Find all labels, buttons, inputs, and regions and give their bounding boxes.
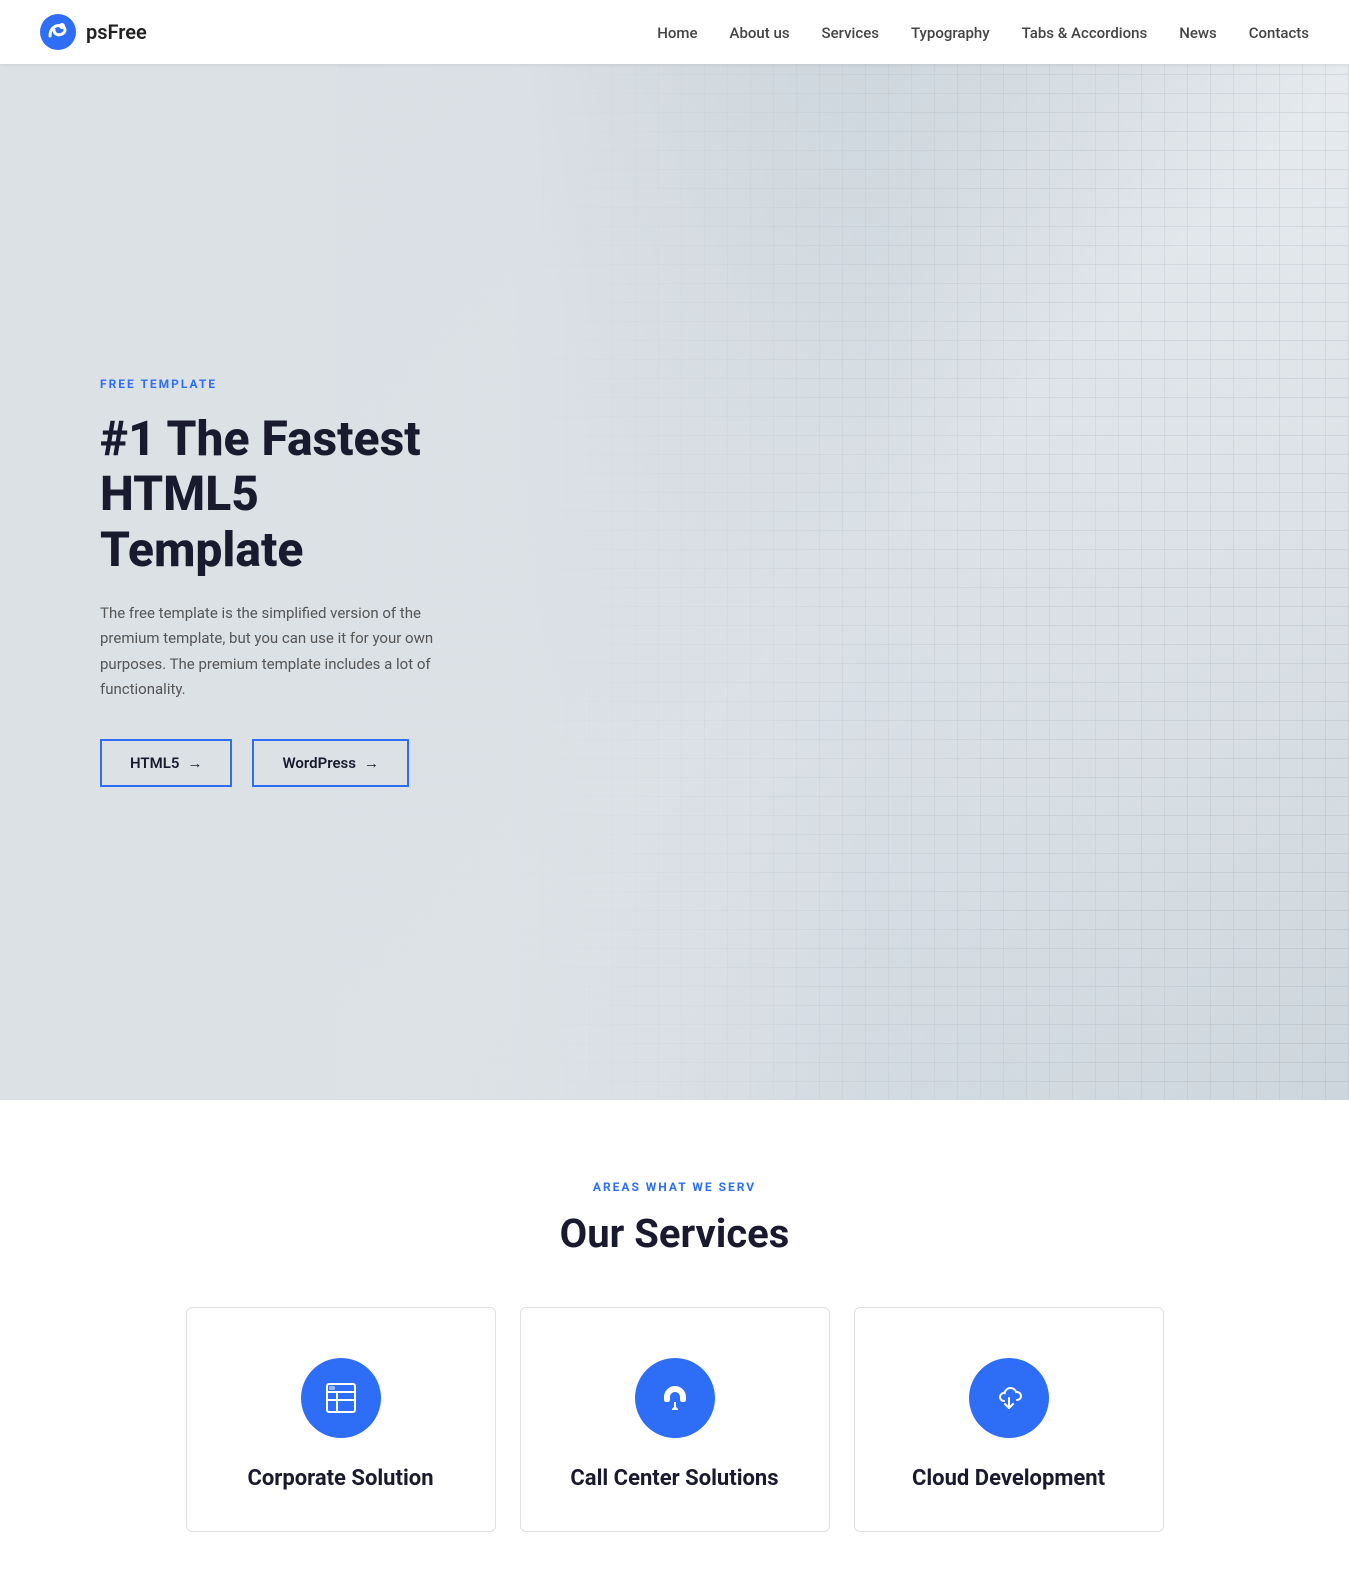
nav-link-typography[interactable]: Typography — [911, 24, 990, 42]
nav-link-contacts[interactable]: Contacts — [1249, 24, 1309, 42]
hero-content: FREE TEMPLATE #1 The Fastest HTML5 Templ… — [0, 377, 560, 787]
callcenter-icon-circle — [635, 1358, 715, 1438]
services-title: Our Services — [40, 1210, 1309, 1257]
nav-link-about[interactable]: About us — [730, 24, 790, 42]
nav-item-home[interactable]: Home — [657, 23, 697, 42]
brand-logo[interactable]: psFree — [40, 14, 147, 50]
nav-link-home[interactable]: Home — [657, 24, 697, 42]
services-section: AREAS WHAT WE SERV Our Services Corporat… — [0, 1100, 1349, 1592]
cloud-icon-circle — [969, 1358, 1049, 1438]
hero-subtitle: FREE TEMPLATE — [100, 377, 460, 391]
nav-item-tabs[interactable]: Tabs & Accordions — [1022, 23, 1148, 42]
nav-item-typography[interactable]: Typography — [911, 23, 990, 42]
hero-buttons: HTML5 → WordPress → — [100, 739, 460, 787]
brand-name: psFree — [86, 20, 147, 44]
arrow-icon-2: → — [364, 754, 379, 772]
cloud-icon — [991, 1380, 1027, 1416]
nav-item-about[interactable]: About us — [730, 23, 790, 42]
nav-link-news[interactable]: News — [1179, 24, 1217, 42]
wordpress-button[interactable]: WordPress → — [252, 739, 409, 787]
nav-link-services[interactable]: Services — [822, 24, 879, 42]
service-card-cloud: Cloud Development — [854, 1307, 1164, 1532]
cloud-service-name: Cloud Development — [912, 1466, 1105, 1491]
nav-link-tabs[interactable]: Tabs & Accordions — [1022, 24, 1148, 42]
services-label: AREAS WHAT WE SERV — [40, 1180, 1309, 1194]
nav-item-contacts[interactable]: Contacts — [1249, 23, 1309, 42]
callcenter-service-name: Call Center Solutions — [570, 1466, 778, 1491]
corporate-icon-circle — [301, 1358, 381, 1438]
arrow-icon: → — [187, 754, 202, 772]
nav-item-news[interactable]: News — [1179, 23, 1217, 42]
navbar: psFree Home About us Services Typography… — [0, 0, 1349, 64]
hero-title: #1 The Fastest HTML5 Template — [100, 411, 460, 577]
service-card-callcenter: Call Center Solutions — [520, 1307, 830, 1532]
hero-section: FREE TEMPLATE #1 The Fastest HTML5 Templ… — [0, 64, 1349, 1100]
html5-button[interactable]: HTML5 → — [100, 739, 232, 787]
hero-description: The free template is the simplified vers… — [100, 601, 460, 703]
corporate-icon — [323, 1380, 359, 1416]
service-card-corporate: Corporate Solution — [186, 1307, 496, 1532]
corporate-service-name: Corporate Solution — [247, 1466, 433, 1491]
services-grid: Corporate Solution Call Center Solutions — [75, 1307, 1275, 1532]
nav-links: Home About us Services Typography Tabs &… — [657, 23, 1309, 42]
nav-item-services[interactable]: Services — [822, 23, 879, 42]
brand-icon — [40, 14, 76, 50]
callcenter-icon — [657, 1380, 693, 1416]
